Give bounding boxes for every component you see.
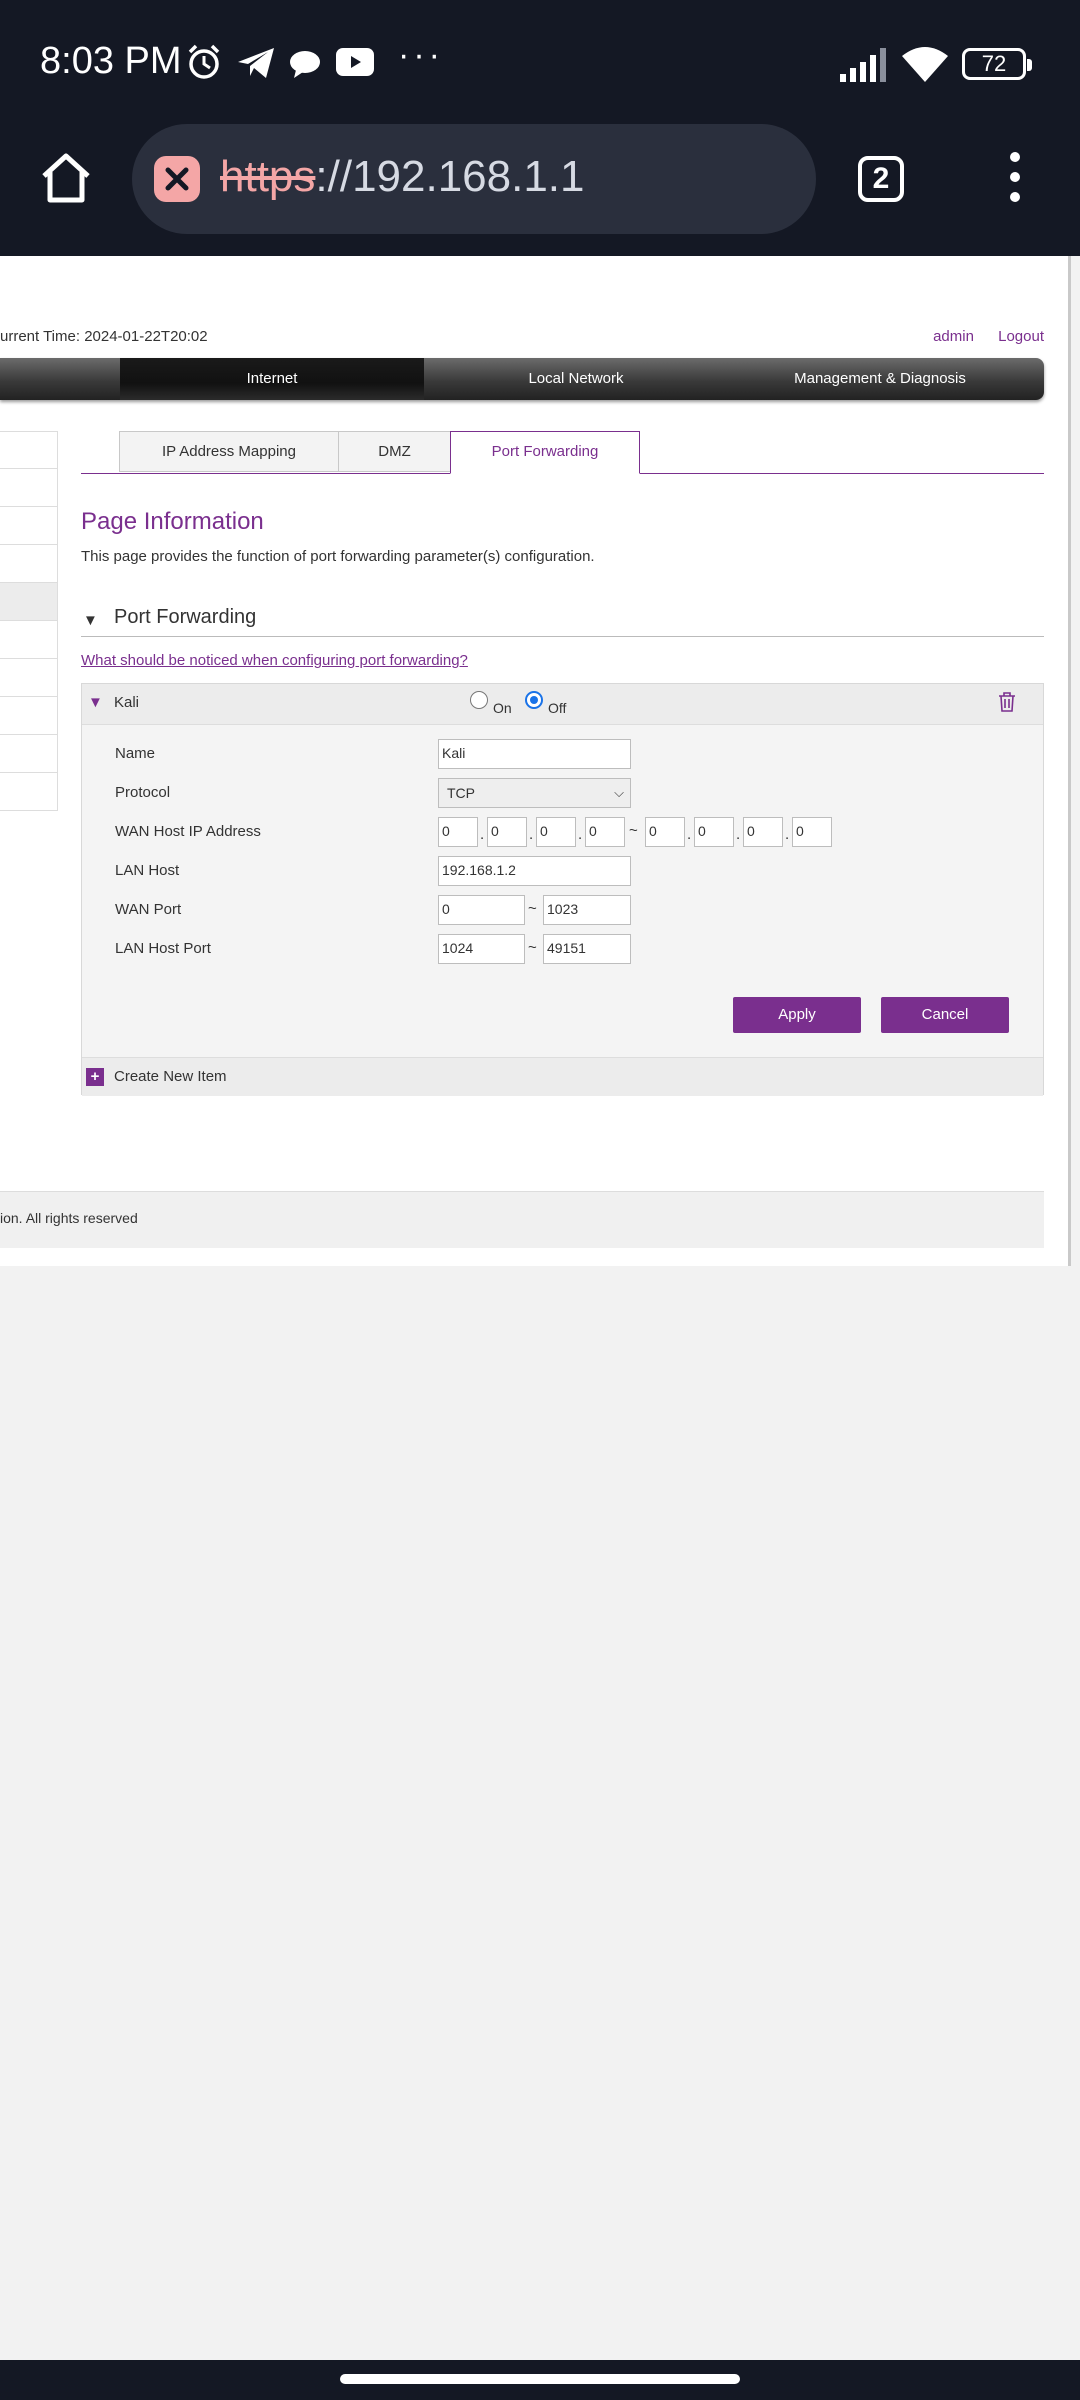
protocol-value: TCP <box>447 785 475 801</box>
off-label: Off <box>548 700 567 716</box>
range-tilde: ~ <box>629 822 638 839</box>
url-scheme: https <box>220 152 316 201</box>
status-time: 8:03 PM <box>40 40 182 82</box>
page-footer: ion. All rights reserved <box>0 1191 1044 1248</box>
signal-icon <box>840 48 886 82</box>
delete-trash-icon[interactable] <box>998 692 1016 712</box>
range-tilde: ~ <box>528 939 537 956</box>
wan-ip-start-octet-1[interactable]: 0 <box>438 817 478 847</box>
top-links: admin Logout <box>913 328 1044 345</box>
wan-ip-start-octet-2[interactable]: 0 <box>487 817 527 847</box>
telegram-icon <box>238 48 274 78</box>
wan-port-label: WAN Port <box>115 901 182 918</box>
range-tilde: ~ <box>528 900 537 917</box>
sidebar-item[interactable] <box>0 507 58 545</box>
wan-ip-end-octet-4[interactable]: 0 <box>792 817 832 847</box>
sidebar-item[interactable] <box>0 773 58 811</box>
page-info-title: Page Information <box>81 508 264 535</box>
off-radio[interactable] <box>525 691 543 709</box>
logout-link[interactable]: Logout <box>998 328 1044 345</box>
wan-ip-end-octet-1[interactable]: 0 <box>645 817 685 847</box>
nav-internet[interactable]: Internet <box>120 358 424 400</box>
expand-triangle-icon[interactable]: ▼ <box>88 694 103 711</box>
port-forwarding-item: ▼ Kali On Off Name Kali Protocol TCP ⌵ W… <box>81 683 1044 1096</box>
sidebar-item[interactable] <box>0 621 58 659</box>
system-navigation-bar <box>0 2360 1080 2400</box>
nav-local-network[interactable]: Local Network <box>424 358 728 400</box>
ip-dot: . <box>480 826 485 843</box>
section-title: Port Forwarding <box>114 606 257 628</box>
sidebar-item-selected[interactable] <box>0 583 58 621</box>
wan-ip-start-octet-4[interactable]: 0 <box>585 817 625 847</box>
name-label: Name <box>115 745 156 762</box>
collapse-triangle-icon[interactable]: ▼ <box>83 612 98 629</box>
ip-dot: . <box>529 826 534 843</box>
youtube-icon <box>336 48 374 76</box>
lan-host-port-label: LAN Host Port <box>115 940 211 957</box>
wan-ip-end-octet-3[interactable]: 0 <box>743 817 783 847</box>
chevron-down-icon: ⌵ <box>614 785 624 800</box>
wan-ip-end-octet-2[interactable]: 0 <box>694 817 734 847</box>
lan-host-label: LAN Host <box>115 862 180 879</box>
alarm-icon <box>188 44 220 79</box>
browser-toolbar: https://192.168.1.1 2 <box>0 124 1080 256</box>
ip-dot: . <box>785 826 790 843</box>
tab-dmz[interactable]: DMZ <box>338 431 451 472</box>
sidebar-item[interactable] <box>0 469 58 507</box>
name-input[interactable]: Kali <box>438 739 631 769</box>
on-radio[interactable] <box>470 691 488 709</box>
tab-switcher-button[interactable]: 2 <box>858 156 904 202</box>
sidebar-item[interactable] <box>0 659 58 697</box>
sidebar-item[interactable] <box>0 431 58 469</box>
on-label: On <box>493 700 512 716</box>
wan-ip-start-octet-3[interactable]: 0 <box>536 817 576 847</box>
sidebar-item[interactable] <box>0 697 58 735</box>
sidebar-item[interactable] <box>0 735 58 773</box>
admin-link[interactable]: admin <box>933 328 974 345</box>
lan-port-end-input[interactable]: 49151 <box>543 934 631 964</box>
url-host: ://192.168.1.1 <box>315 152 585 201</box>
create-new-item-label: Create New Item <box>114 1068 227 1085</box>
tab-port-forwarding[interactable]: Port Forwarding <box>450 431 640 474</box>
main-nav: Internet Local Network Management & Diag… <box>0 358 1044 400</box>
copyright-text: ion. All rights reserved <box>0 1210 138 1226</box>
gesture-handle[interactable] <box>340 2374 740 2384</box>
nav-management-diagnosis[interactable]: Management & Diagnosis <box>728 358 1032 400</box>
more-notifications-icon: ··· <box>398 36 444 74</box>
wan-host-ip-label: WAN Host IP Address <box>115 823 261 840</box>
url-text[interactable]: https://192.168.1.1 <box>220 152 585 202</box>
tab-ip-address-mapping[interactable]: IP Address Mapping <box>119 431 339 472</box>
protocol-select[interactable]: TCP ⌵ <box>438 778 631 808</box>
wifi-icon <box>902 47 948 82</box>
protocol-label: Protocol <box>115 784 171 801</box>
sidebar-item[interactable] <box>0 545 58 583</box>
current-time: urrent Time: 2024-01-22T20:02 <box>0 328 208 345</box>
chat-icon <box>290 51 320 78</box>
wan-port-end-input[interactable]: 1023 <box>543 895 631 925</box>
item-name: Kali <box>114 694 140 711</box>
address-bar[interactable]: https://192.168.1.1 <box>132 124 816 234</box>
section-header[interactable]: ▼ Port Forwarding <box>81 604 1044 637</box>
sub-tabs: IP Address Mapping DMZ Port Forwarding <box>81 431 1044 474</box>
ip-dot: . <box>687 826 692 843</box>
notice-help-link[interactable]: What should be noticed when configuring … <box>81 652 468 669</box>
ip-dot: . <box>578 826 583 843</box>
sidebar <box>0 431 58 811</box>
apply-button[interactable]: Apply <box>733 997 861 1033</box>
plus-icon[interactable]: + <box>86 1068 104 1086</box>
page-info-description: This page provides the function of port … <box>81 548 595 565</box>
lan-host-input[interactable]: 192.168.1.2 <box>438 856 631 886</box>
status-bar: 8:03 PM ··· 72 <box>0 0 1080 124</box>
not-secure-icon[interactable] <box>154 156 200 202</box>
lan-port-start-input[interactable]: 1024 <box>438 934 525 964</box>
ip-dot: . <box>736 826 741 843</box>
cancel-button[interactable]: Cancel <box>881 997 1009 1033</box>
home-icon[interactable] <box>36 148 96 208</box>
wan-port-start-input[interactable]: 0 <box>438 895 525 925</box>
router-web-page: urrent Time: 2024-01-22T20:02 admin Logo… <box>0 256 1071 1266</box>
browser-menu-icon[interactable] <box>1000 152 1030 208</box>
item-header[interactable]: ▼ Kali On Off <box>82 684 1043 725</box>
battery-icon: 72 <box>962 48 1032 80</box>
create-new-item-row[interactable]: + Create New Item <box>82 1057 1043 1096</box>
